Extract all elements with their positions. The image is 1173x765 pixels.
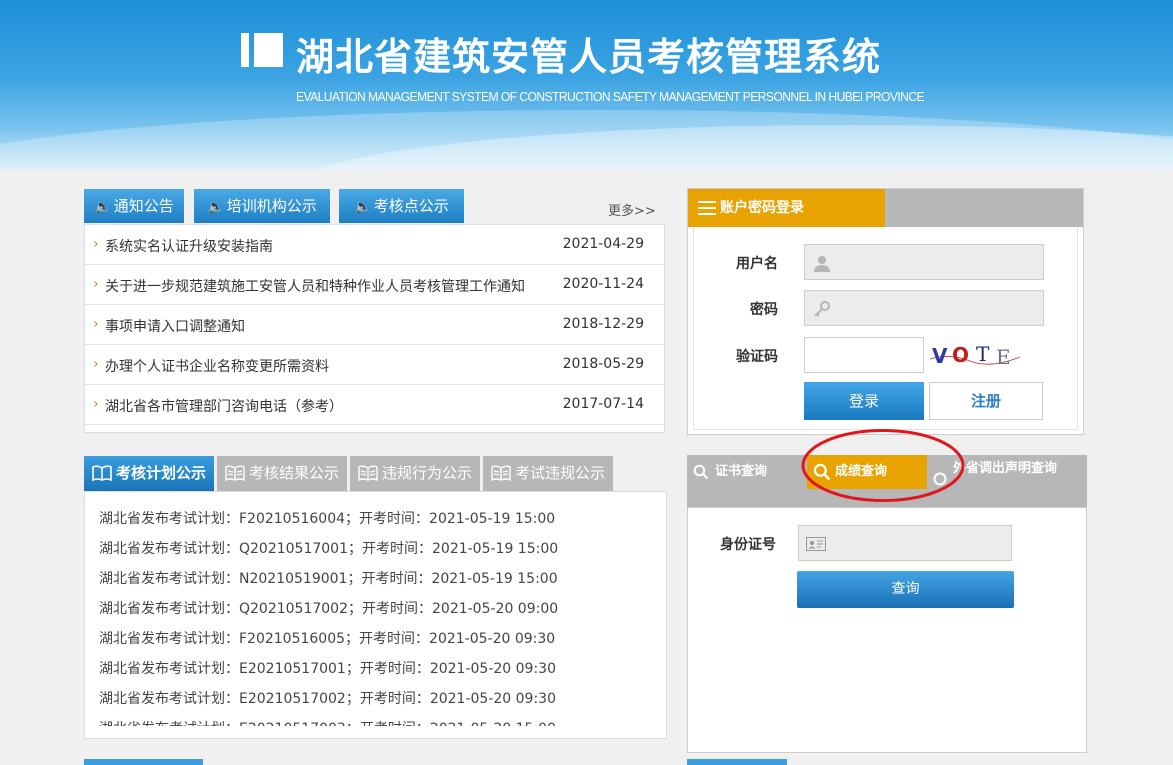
chevron-right-icon: ›	[93, 396, 99, 412]
bottom-tab-strip	[687, 759, 787, 765]
username-input[interactable]	[804, 244, 1044, 280]
captcha-image[interactable]: V O T E	[930, 337, 1020, 373]
speaker-icon: 🔈	[94, 199, 112, 215]
list-item[interactable]: 湖北省发布考试计划：Q20210517002；开考时间：2021-05-20 0…	[99, 598, 558, 628]
chevron-right-icon: ›	[93, 276, 99, 292]
menu-icon	[698, 201, 716, 215]
site-subtitle: EVALUATION MANAGEMENT SYSTEM OF CONSTRUC…	[296, 89, 925, 104]
tab-cert-query[interactable]: 证书查询	[687, 455, 805, 489]
username-label: 用户名	[736, 256, 778, 272]
chevron-right-icon: ›	[93, 236, 99, 252]
svg-text:E: E	[996, 345, 1011, 369]
tab-score-query[interactable]: 成绩查询	[807, 455, 927, 489]
list-item[interactable]: › 湖北省各市管理部门咨询电话（参考） 2017-07-14	[85, 385, 664, 425]
list-item[interactable]: 湖北省发布考试计划：F20210516004；开考时间：2021-05-19 1…	[99, 508, 558, 538]
query-tabs: 证书查询 成绩查询 外省调出声明查询	[687, 455, 1087, 507]
list-item[interactable]: › 系统实名认证升级安装指南 2021-04-29	[85, 225, 664, 265]
chevron-right-icon: ›	[93, 316, 99, 332]
speaker-icon: 🔈	[354, 199, 372, 215]
password-label: 密码	[750, 302, 778, 318]
key-icon	[814, 301, 830, 317]
tab-exam-sites[interactable]: 🔈 考核点公示	[339, 189, 464, 223]
login-button[interactable]: 登录	[804, 382, 924, 420]
tab-exam-results[interactable]: 考核结果公示	[217, 456, 347, 491]
exam-plan-list: 湖北省发布考试计划：F20210516004；开考时间：2021-05-19 1…	[84, 491, 667, 739]
svg-text:V: V	[932, 344, 948, 368]
speaker-icon: 🔈	[207, 199, 225, 215]
list-item[interactable]: 湖北省发布考试计划：N20210519001；开考时间：2021-05-19 1…	[99, 568, 558, 598]
search-icon	[813, 463, 831, 481]
tab-transfer-query[interactable]: 外省调出声明查询	[929, 461, 1084, 505]
captcha-input[interactable]	[804, 337, 924, 373]
bottom-tab-strip	[84, 759, 203, 765]
list-item[interactable]: › 办理个人证书企业名称变更所需资料 2018-05-29	[85, 345, 664, 385]
register-button[interactable]: 注册	[929, 382, 1043, 420]
book-icon	[225, 465, 245, 481]
svg-text:T: T	[976, 342, 990, 366]
site-header: 湖北省建筑安管人员考核管理系统 EVALUATION MANAGEMENT SY…	[0, 0, 1173, 169]
id-number-input[interactable]	[798, 525, 1012, 561]
user-icon	[814, 256, 830, 272]
logo-icon	[241, 33, 283, 67]
tab-exam-plan[interactable]: 考核计划公示	[84, 456, 214, 491]
book-icon	[92, 465, 112, 481]
site-title: 湖北省建筑安管人员考核管理系统	[296, 35, 882, 79]
search-icon	[693, 464, 709, 480]
tab-password-login[interactable]: 账户密码登录	[688, 189, 885, 227]
news-list: › 系统实名认证升级安装指南 2021-04-29 › 关于进一步规范建筑施工安…	[84, 224, 665, 433]
svg-text:O: O	[952, 343, 969, 367]
score-query-panel: 身份证号 查询	[687, 507, 1087, 753]
tab-notice[interactable]: 🔈 通知公告	[84, 189, 184, 223]
search-icon	[933, 472, 947, 486]
book-icon	[491, 465, 511, 481]
list-item[interactable]: 湖北省发布考试计划：E20210517003；开考时间：2021-05-20 1…	[99, 718, 558, 726]
id-card-icon	[806, 537, 826, 551]
login-header: 账户密码登录	[688, 189, 1083, 227]
chevron-right-icon: ›	[93, 356, 99, 372]
login-panel: 账户密码登录 用户名 密码 验证码 V O T E 登录 注册	[687, 188, 1084, 435]
list-item[interactable]: › 事项申请入口调整通知 2018-12-29	[85, 305, 664, 345]
list-item[interactable]: 湖北省发布考试计划：Q20210517001；开考时间：2021-05-19 1…	[99, 538, 558, 568]
list-item[interactable]: › 关于进一步规范建筑施工安管人员和特种作业人员考核管理工作通知 2020-11…	[85, 265, 664, 305]
captcha-label: 验证码	[736, 349, 778, 365]
query-button[interactable]: 查询	[797, 571, 1014, 608]
book-icon	[358, 465, 378, 481]
list-item[interactable]: 湖北省发布考试计划：E20210517001；开考时间：2021-05-20 0…	[99, 658, 558, 688]
more-link[interactable]: 更多>>	[608, 200, 656, 219]
list-item[interactable]: 湖北省发布考试计划：E20210517002；开考时间：2021-05-20 0…	[99, 688, 558, 718]
password-input[interactable]	[804, 290, 1044, 326]
tab-violations[interactable]: 违规行为公示	[350, 456, 480, 491]
list-item[interactable]: 湖北省发布考试计划：F20210516005；开考时间：2021-05-20 0…	[99, 628, 558, 658]
tab-training-orgs[interactable]: 🔈 培训机构公示	[194, 189, 330, 223]
id-number-label: 身份证号	[720, 537, 776, 553]
tab-exam-violations[interactable]: 考试违规公示	[483, 456, 613, 491]
